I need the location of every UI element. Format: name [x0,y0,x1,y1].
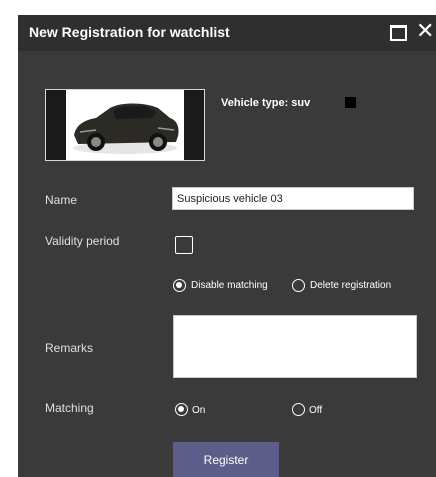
thumbnail-right-bar [184,90,204,160]
validity-period-checkbox[interactable] [175,236,193,254]
remarks-label: Remarks [45,341,94,355]
maximize-icon[interactable] [390,25,407,41]
matching-on-radio[interactable] [175,403,188,416]
vehicle-type-label: Vehicle type: suv [221,97,311,109]
name-input[interactable] [172,187,414,210]
matching-label: Matching [45,401,94,415]
delete-registration-radio[interactable] [292,279,305,292]
validity-period-label: Validity period [45,234,120,248]
delete-registration-label[interactable]: Delete registration [310,280,391,291]
matching-off-label[interactable]: Off [309,405,322,416]
dialog-titlebar[interactable]: New Registration for watchlist ✕ [18,15,436,51]
thumbnail-left-bar [46,90,66,160]
register-button[interactable]: Register [173,442,279,477]
remarks-input[interactable] [173,315,417,378]
car-image [73,103,179,154]
registration-dialog: New Registration for watchlist ✕ Vehicle… [18,15,436,477]
dialog-title: New Registration for watchlist [29,24,230,40]
close-icon[interactable]: ✕ [416,20,436,44]
matching-on-label[interactable]: On [192,405,205,416]
disable-matching-radio[interactable] [173,279,186,292]
disable-matching-label[interactable]: Disable matching [191,280,268,291]
expiry-action-group: Disable matching Delete registration [173,278,413,294]
matching-group: On Off [175,403,355,419]
car-thumbnail [45,89,205,161]
vehicle-color-swatch [345,97,356,108]
name-label: Name [45,193,78,207]
matching-off-radio[interactable] [292,403,305,416]
